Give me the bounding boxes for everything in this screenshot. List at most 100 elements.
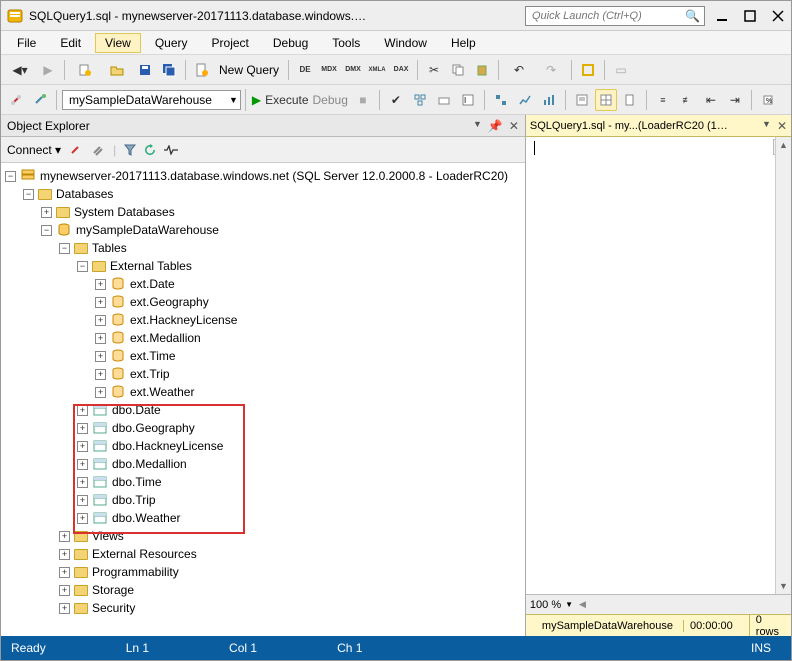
table-node[interactable]: dbo.Medallion (112, 457, 187, 471)
scroll-left-icon[interactable]: ◀ (579, 599, 586, 610)
menu-file[interactable]: File (7, 33, 46, 53)
databases-node[interactable]: Databases (56, 187, 113, 201)
expand-toggle[interactable]: + (77, 495, 88, 506)
comment-button[interactable]: ≡ (652, 89, 674, 111)
expand-toggle[interactable]: + (59, 549, 70, 560)
database-combo[interactable]: mySampleDataWarehouse ▼ (62, 90, 241, 110)
refresh-icon[interactable] (144, 144, 156, 156)
scroll-up-icon[interactable]: ▲ (776, 137, 791, 153)
menu-tools[interactable]: Tools (322, 33, 370, 53)
expand-toggle[interactable]: + (59, 531, 70, 542)
expand-toggle[interactable]: + (95, 351, 106, 362)
quick-launch-input[interactable] (530, 9, 685, 23)
quick-launch[interactable]: 🔍 (525, 6, 705, 26)
external-tables-node[interactable]: External Tables (110, 259, 192, 273)
vertical-scrollbar[interactable]: ▲ ▼ (775, 137, 791, 594)
close-panel-icon[interactable]: ✕ (509, 119, 519, 133)
table-node[interactable]: ext.Geography (130, 295, 209, 309)
find-button[interactable] (577, 59, 599, 81)
folder-node[interactable]: External Resources (92, 547, 197, 561)
table-node[interactable]: ext.Time (130, 349, 176, 363)
increase-indent-button[interactable]: ⇥ (724, 89, 746, 111)
intellisense-button[interactable]: I (457, 89, 479, 111)
new-query-icon[interactable] (191, 59, 213, 81)
connection-icon[interactable] (5, 89, 27, 111)
table-node[interactable]: ext.Weather (130, 385, 194, 399)
expand-toggle[interactable]: + (95, 387, 106, 398)
chevron-down-icon[interactable]: ▼ (565, 600, 573, 609)
debug-button[interactable]: Debug (313, 93, 348, 107)
include-actual-plan-button[interactable] (490, 89, 512, 111)
mdx-icon[interactable]: MDX (318, 59, 340, 81)
expand-toggle[interactable]: + (41, 207, 52, 218)
specify-values-button[interactable]: % (757, 89, 779, 111)
expand-toggle[interactable]: + (95, 369, 106, 380)
folder-node[interactable]: Storage (92, 583, 134, 597)
pin-icon[interactable]: 📌 (488, 119, 503, 133)
include-live-stats-button[interactable] (514, 89, 536, 111)
disconnect-icon[interactable] (69, 143, 83, 157)
expand-toggle[interactable]: + (77, 459, 88, 470)
expand-toggle[interactable]: + (77, 405, 88, 416)
object-explorer-tree[interactable]: −mynewserver-20171113.database.windows.n… (1, 163, 525, 636)
search-icon[interactable]: 🔍 (685, 9, 700, 23)
menu-view[interactable]: View (95, 33, 141, 53)
parse-button[interactable]: ✔ (385, 89, 407, 111)
expand-toggle[interactable]: − (59, 243, 70, 254)
dropdown-icon[interactable]: ▼ (473, 119, 482, 133)
table-node[interactable]: dbo.Date (112, 403, 161, 417)
table-node[interactable]: dbo.Time (112, 475, 162, 489)
expand-toggle[interactable]: + (95, 279, 106, 290)
close-tab-icon[interactable]: ✕ (777, 119, 787, 133)
dmx-icon[interactable]: DMX (342, 59, 364, 81)
stop-button[interactable]: ■ (352, 89, 374, 111)
table-node[interactable]: ext.HackneyLicense (130, 313, 237, 327)
menu-query[interactable]: Query (145, 33, 198, 53)
chevron-down-icon[interactable]: ▼ (229, 95, 238, 105)
dax-icon[interactable]: DAX (390, 59, 412, 81)
expand-toggle[interactable]: + (77, 423, 88, 434)
folder-node[interactable]: Views (92, 529, 124, 543)
expand-toggle[interactable]: + (95, 315, 106, 326)
close-button[interactable] (771, 9, 785, 23)
expand-toggle[interactable]: + (95, 297, 106, 308)
uncomment-button[interactable]: ≢ (676, 89, 698, 111)
expand-toggle[interactable]: + (77, 441, 88, 452)
disconnect-all-icon[interactable] (91, 143, 105, 157)
expand-toggle[interactable]: − (41, 225, 52, 236)
activity-icon[interactable] (164, 145, 178, 155)
de-icon[interactable]: DE (294, 59, 316, 81)
save-all-button[interactable] (158, 59, 180, 81)
paste-button[interactable] (471, 59, 493, 81)
connect-button[interactable]: Connect ▾ (7, 143, 61, 157)
new-query-label[interactable]: New Query (215, 63, 283, 77)
table-node[interactable]: dbo.HackneyLicense (112, 439, 223, 453)
table-node[interactable]: ext.Date (130, 277, 175, 291)
document-tab[interactable]: SQLQuery1.sql - my...(LoaderRC20 (125)) … (526, 115, 791, 137)
undo-button[interactable]: ↶ (504, 59, 534, 81)
table-node[interactable]: dbo.Weather (112, 511, 181, 525)
nav-back-button[interactable]: ◀▾ (5, 59, 35, 81)
folder-node[interactable]: Security (92, 601, 135, 615)
expand-toggle[interactable]: − (77, 261, 88, 272)
folder-node[interactable]: Programmability (92, 565, 179, 579)
dropdown-icon[interactable]: ▼ (762, 119, 771, 133)
results-to-file-button[interactable] (619, 89, 641, 111)
expand-toggle[interactable]: − (23, 189, 34, 200)
table-node[interactable]: ext.Medallion (130, 331, 201, 345)
expand-toggle[interactable]: + (59, 585, 70, 596)
expand-toggle[interactable]: + (59, 567, 70, 578)
minimize-button[interactable] (715, 9, 729, 23)
nav-forward-button[interactable]: ▶ (37, 59, 59, 81)
query-options-button[interactable] (433, 89, 455, 111)
solution-button[interactable]: ▭ (610, 59, 632, 81)
filter-icon[interactable] (124, 144, 136, 156)
maximize-button[interactable] (743, 9, 757, 23)
execute-icon[interactable]: ▶ (252, 93, 261, 107)
estimated-plan-button[interactable] (409, 89, 431, 111)
expand-toggle[interactable]: + (59, 603, 70, 614)
include-client-stats-button[interactable] (538, 89, 560, 111)
change-connection-icon[interactable] (29, 89, 51, 111)
decrease-indent-button[interactable]: ⇤ (700, 89, 722, 111)
table-node[interactable]: dbo.Trip (112, 493, 156, 507)
